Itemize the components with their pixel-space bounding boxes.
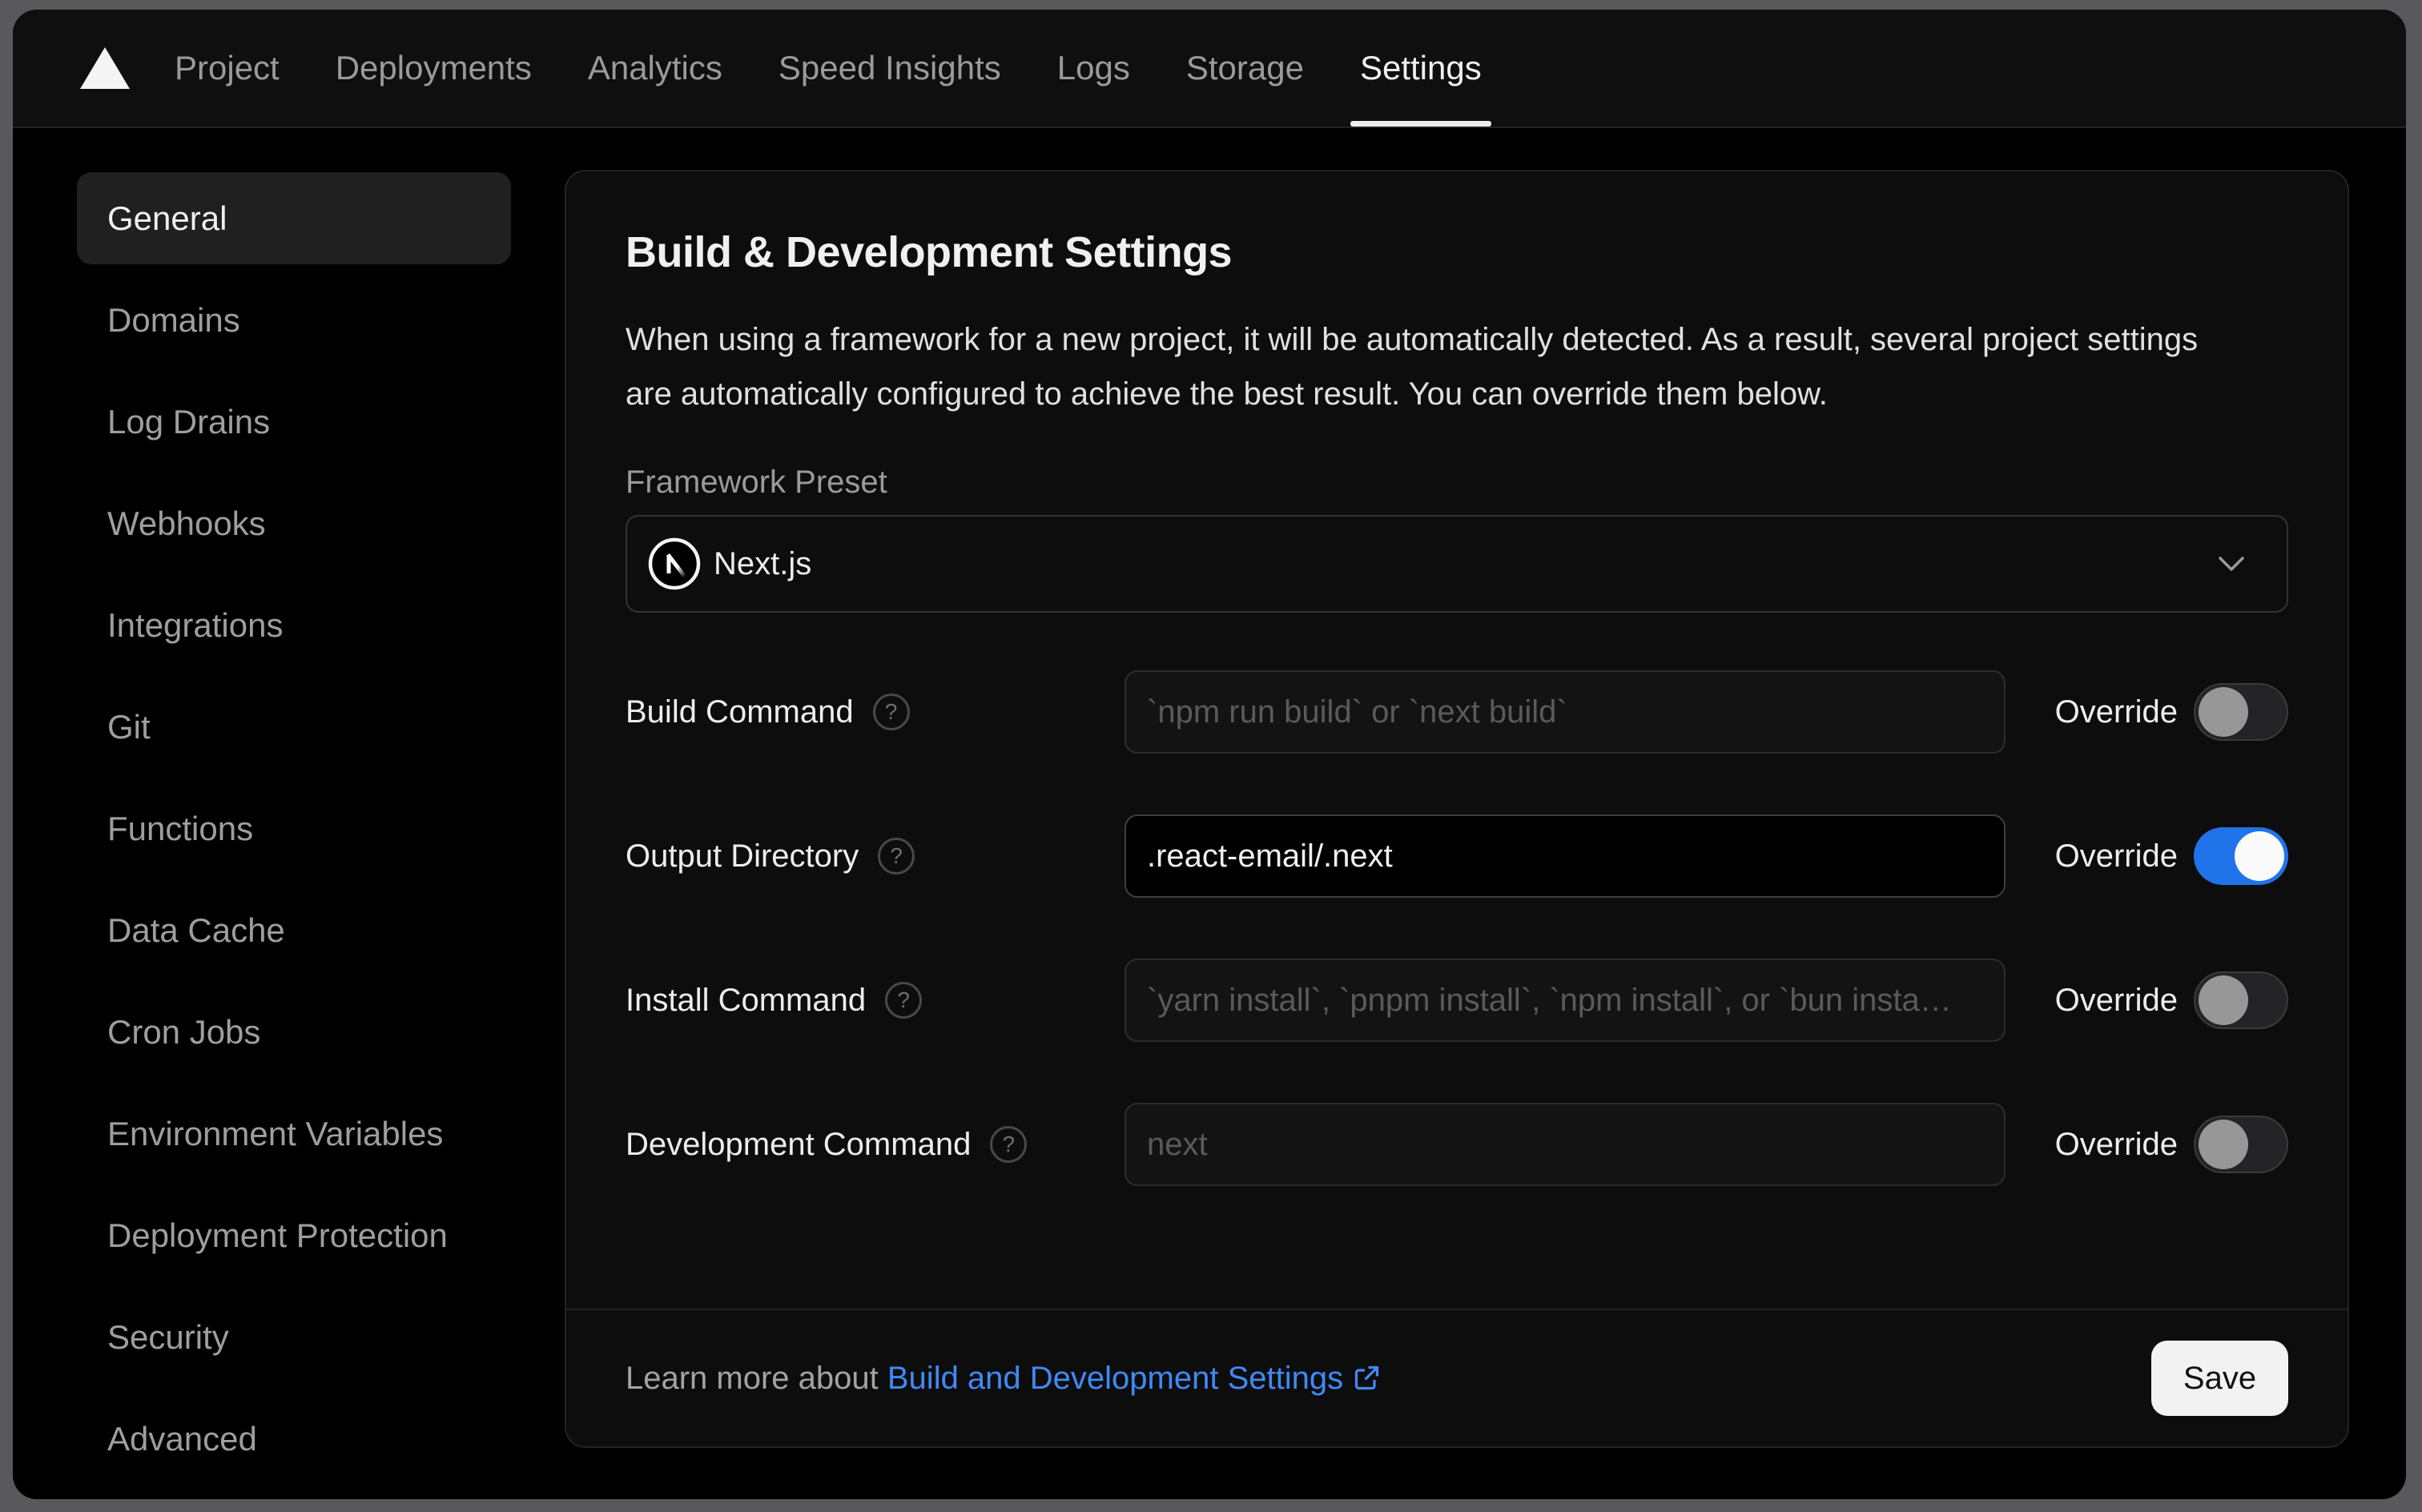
override-label: Override [2054,982,2178,1018]
output-directory-input[interactable] [1124,814,2006,898]
sidebar-item-integrations[interactable]: Integrations [77,579,511,671]
card-footer: Learn more about Build and Development S… [566,1309,2348,1446]
development-command-input[interactable] [1124,1103,2006,1186]
tab-settings[interactable]: Settings [1350,10,1491,127]
tab-speed-insights[interactable]: Speed Insights [778,10,1001,127]
framework-preset-label: Framework Preset [626,464,887,500]
sidebar-item-environment-variables[interactable]: Environment Variables [77,1088,511,1180]
sidebar-item-log-drains[interactable]: Log Drains [77,376,511,468]
external-link-icon [1355,1365,1379,1390]
sidebar-item-webhooks[interactable]: Webhooks [77,477,511,569]
top-nav: Project Deployments Analytics Speed Insi… [13,10,2406,128]
tab-storage[interactable]: Storage [1186,10,1304,127]
chevron-down-icon [2219,557,2244,571]
build-command-label: Build Command [626,694,854,730]
nav-tabs: Project Deployments Analytics Speed Insi… [175,10,1491,127]
output-directory-label: Output Directory [626,838,859,874]
sidebar-item-functions[interactable]: Functions [77,782,511,875]
install-command-override-toggle[interactable] [2194,971,2288,1029]
sidebar-item-cron-jobs[interactable]: Cron Jobs [77,986,511,1078]
toggle-knob [2199,687,2248,737]
nextjs-logo-icon [648,537,701,590]
toggle-knob [2199,1120,2248,1169]
tab-analytics[interactable]: Analytics [588,10,722,127]
build-command-input[interactable] [1124,670,2006,754]
sidebar-item-domains[interactable]: Domains [77,274,511,366]
tab-logs[interactable]: Logs [1057,10,1130,127]
help-icon[interactable]: ? [885,982,923,1019]
install-command-row: Install Command ? Override [626,959,2288,1042]
help-icon[interactable]: ? [872,694,910,730]
learn-more-text: Learn more about Build and Development S… [626,1361,1382,1397]
command-rows: Build Command ? Override Output Director… [626,670,2288,1186]
override-label: Override [2054,838,2178,874]
development-command-override-toggle[interactable] [2194,1116,2288,1173]
build-settings-docs-link[interactable]: Build and Development Settings [887,1361,1382,1397]
toggle-knob [2235,831,2284,881]
override-label: Override [2054,694,2178,730]
sidebar-item-deployment-protection[interactable]: Deployment Protection [77,1189,511,1281]
active-tab-underline [1350,121,1491,127]
override-label: Override [2054,1126,2178,1162]
install-command-label: Install Command [626,982,867,1018]
build-settings-card: Build & Development Settings When using … [565,170,2349,1448]
framework-preset-value: Next.js [714,545,812,581]
page-description: When using a framework for a new project… [626,322,2199,412]
output-directory-override-toggle[interactable] [2194,827,2288,885]
sidebar-item-general[interactable]: General [77,172,511,264]
development-command-row: Development Command ? Override [626,1103,2288,1186]
settings-sidebar: General Domains Log Drains Webhooks Inte… [77,172,511,1494]
app-window: Project Deployments Analytics Speed Insi… [13,10,2406,1499]
output-directory-row: Output Directory ? Override [626,814,2288,898]
build-command-override-toggle[interactable] [2194,683,2288,741]
help-icon[interactable]: ? [878,838,915,875]
page-title: Build & Development Settings [626,228,1233,276]
tab-project[interactable]: Project [175,10,280,127]
framework-preset-select[interactable]: Next.js [626,515,2288,613]
build-command-row: Build Command ? Override [626,670,2288,754]
sidebar-item-data-cache[interactable]: Data Cache [77,884,511,976]
toggle-knob [2199,975,2248,1025]
build-settings-body: Build & Development Settings When using … [566,171,2348,1309]
install-command-input[interactable] [1124,959,2006,1042]
sidebar-item-advanced[interactable]: Advanced [77,1393,511,1485]
sidebar-item-git[interactable]: Git [77,681,511,773]
vercel-logo-icon[interactable] [80,47,130,89]
development-command-label: Development Command [626,1126,972,1162]
save-button[interactable]: Save [2151,1341,2288,1416]
sidebar-item-security[interactable]: Security [77,1291,511,1383]
tab-deployments[interactable]: Deployments [336,10,532,127]
settings-page: General Domains Log Drains Webhooks Inte… [13,128,2406,1498]
help-icon[interactable]: ? [990,1126,1028,1163]
